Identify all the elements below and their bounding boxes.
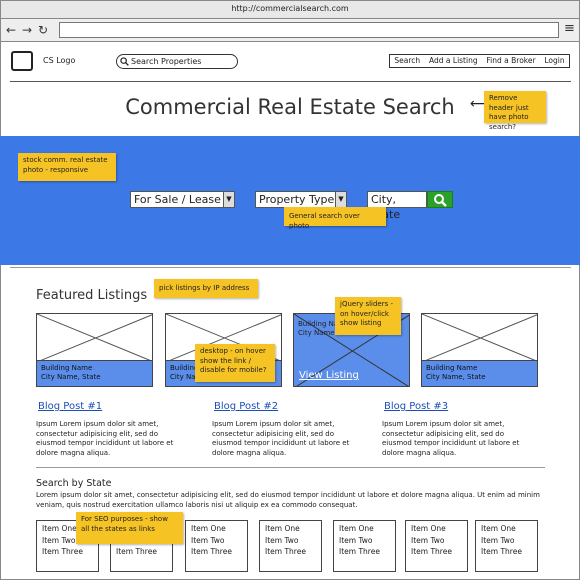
sale-lease-select[interactable]: For Sale / Lease ▼ [130, 191, 235, 208]
note-jquery-sliders: jQuery sliders - on hover/click show lis… [335, 297, 401, 335]
state-list: Item One Item Two Item Three [259, 520, 322, 572]
state-link[interactable]: Item Two [481, 535, 537, 547]
blog-post-excerpt: Ipsum Lorem ipsum dolor sit amet, consec… [382, 420, 520, 457]
listing-name: Building Name [426, 364, 478, 372]
logo-label: CS Logo [43, 56, 76, 65]
state-link[interactable]: Item Three [265, 546, 321, 558]
state-list: Item One Item Two Item Three [475, 520, 538, 572]
search-button[interactable] [427, 191, 453, 208]
state-search-description: Lorem ipsum dolor sit amet, consectetur … [36, 491, 540, 509]
nav-search[interactable]: Search [390, 55, 425, 67]
browser-toolbar: ← → ↻ ≡ [0, 18, 580, 42]
top-nav: Search Add a Listing Find a Broker Login [389, 54, 570, 68]
blog-post-link[interactable]: Blog Post #2 [214, 401, 278, 412]
note-remove-header: Remove header just have photo search? [484, 91, 546, 131]
forward-arrow-icon[interactable]: → [21, 23, 33, 37]
listing-card[interactable]: Building Name City Name, State [36, 313, 153, 387]
property-type-select[interactable]: Property Type ▼ [255, 191, 347, 208]
note-seo: For SEO purposes - show all the states a… [76, 512, 183, 544]
state-link[interactable]: Item Three [339, 546, 395, 558]
nav-login[interactable]: Login [540, 55, 569, 67]
browser-menu-icon[interactable]: ≡ [564, 22, 576, 36]
featured-heading: Featured Listings [36, 288, 148, 303]
reload-icon[interactable]: ↻ [37, 23, 49, 37]
state-link[interactable]: Item Two [339, 535, 395, 547]
state-link[interactable]: Item Two [191, 535, 247, 547]
listing-card[interactable]: Building Name City Name, State [421, 313, 538, 387]
blog-post-link[interactable]: Blog Post #3 [384, 401, 448, 412]
address-bar[interactable] [59, 22, 559, 38]
state-link[interactable]: Item One [339, 523, 395, 535]
listing-caption: Building Name City Name, State [37, 360, 152, 386]
image-placeholder-icon [422, 314, 537, 362]
note-pick-listings: pick listings by IP address [154, 279, 258, 298]
search-icon [434, 194, 447, 207]
hero-divider [10, 267, 571, 268]
state-link[interactable]: Item One [411, 523, 467, 535]
state-link[interactable]: Item Three [481, 546, 537, 558]
search-icon [120, 57, 129, 66]
state-link[interactable]: Item Three [42, 546, 98, 558]
note-desktop-hover: desktop - on hover show the link / disab… [195, 344, 275, 382]
location-input[interactable]: City, State [367, 191, 427, 221]
nav-add-listing[interactable]: Add a Listing [425, 55, 482, 67]
search-input[interactable]: Search Properties [116, 54, 238, 69]
blog-post-excerpt: Ipsum Lorem ipsum dolor sit amet, consec… [36, 420, 174, 457]
header-divider [10, 81, 571, 82]
state-search-heading: Search by State [36, 478, 112, 489]
state-list: Item One Item Two Item Three [405, 520, 468, 572]
state-link[interactable]: Item Two [411, 535, 467, 547]
state-link[interactable]: Item Three [191, 546, 247, 558]
note-general-search: General search over photo [284, 207, 386, 230]
listing-name: Building Name [41, 364, 93, 372]
state-link[interactable]: Item Three [116, 546, 172, 558]
state-list: Item One Item Two Item Three [333, 520, 396, 572]
state-link[interactable]: Item One [191, 523, 247, 535]
property-type-value: Property Type [259, 193, 335, 206]
chevron-down-icon: ▼ [335, 192, 346, 207]
blog-post-excerpt: Ipsum Lorem ipsum dolor sit amet, consec… [212, 420, 350, 457]
logo-placeholder[interactable] [11, 51, 33, 71]
state-link[interactable]: Item One [265, 523, 321, 535]
state-link[interactable]: Item Three [411, 546, 467, 558]
state-list: Item One Item Two Item Three [185, 520, 248, 572]
image-placeholder-icon [37, 314, 152, 362]
view-listing-link[interactable]: View Listing [299, 370, 359, 381]
sale-lease-value: For Sale / Lease [134, 193, 221, 206]
listing-caption: Building Name City Name, State [422, 360, 537, 386]
nav-find-broker[interactable]: Find a Broker [482, 55, 540, 67]
section-divider [36, 467, 545, 468]
chevron-down-icon: ▼ [223, 192, 234, 207]
blog-post-link[interactable]: Blog Post #1 [38, 401, 102, 412]
listing-location: City Name, State [426, 373, 486, 381]
back-arrow-icon[interactable]: ← [5, 23, 17, 37]
browser-titlebar: http://commercialsearch.com [0, 0, 580, 18]
state-link[interactable]: Item One [481, 523, 537, 535]
state-link[interactable]: Item Two [265, 535, 321, 547]
note-stock-photo: stock comm. real estate photo - responsi… [18, 153, 116, 181]
listing-location: City Name, State [41, 373, 101, 381]
